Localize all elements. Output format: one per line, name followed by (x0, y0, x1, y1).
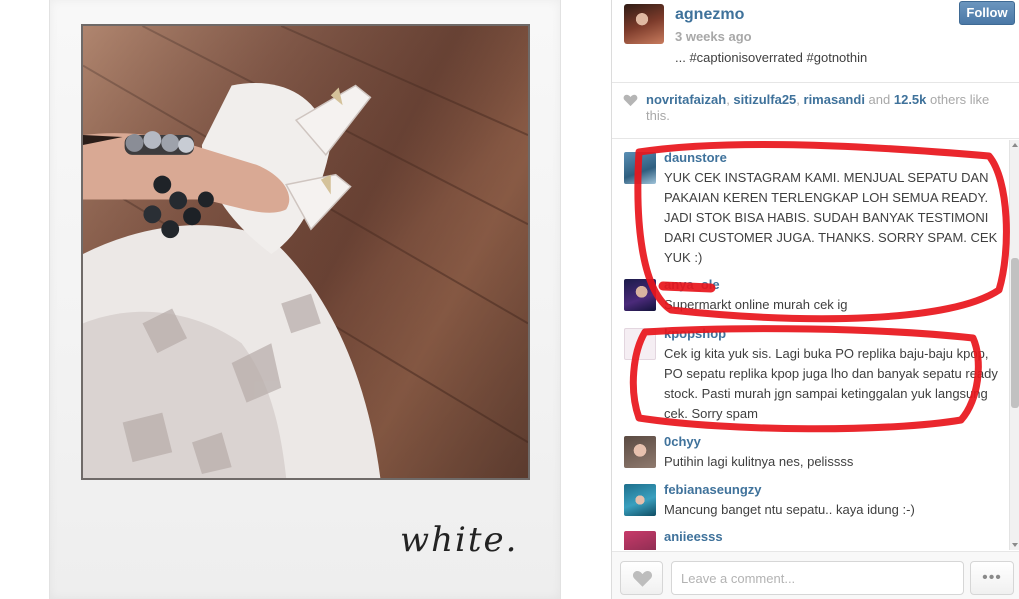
photo-pane: white. (0, 0, 611, 599)
commenter-avatar[interactable] (624, 279, 656, 311)
commenter-avatar[interactable] (624, 328, 656, 360)
comment-text: YUK CEK INSTAGRAM KAMI. MENJUAL SEPATU D… (664, 170, 998, 265)
comment-item: daunstore YUK CEK INSTAGRAM KAMI. MENJUA… (612, 150, 1009, 280)
post-timestamp[interactable]: 3 weeks ago (675, 29, 752, 44)
comments-list[interactable]: daunstore YUK CEK INSTAGRAM KAMI. MENJUA… (612, 140, 1009, 550)
comments-scrollbar[interactable] (1009, 140, 1019, 550)
follow-button[interactable]: Follow (959, 1, 1015, 25)
scroll-up-arrow-icon[interactable] (1012, 143, 1018, 147)
post-caption: ... #captionisoverrated #gotnothin (675, 50, 868, 65)
comment-text: Supermarkt online murah cek ig (664, 297, 848, 312)
post-photo[interactable] (81, 24, 530, 480)
heart-icon (623, 94, 638, 107)
commenter-username[interactable]: anya_ole (664, 277, 720, 292)
commenter-username[interactable]: aniieesss (664, 529, 723, 544)
post-header: agnezmo 3 weeks ago ... #captionisoverra… (612, 0, 1019, 82)
comment-text: Mancung banget ntu sepatu.. kaya idung :… (664, 502, 915, 517)
liker-link[interactable]: sitizulfa25 (733, 92, 796, 107)
likes-separator: , (796, 92, 804, 107)
author-username[interactable]: agnezmo (675, 6, 744, 24)
liker-link[interactable]: novritafaizah (646, 92, 726, 107)
comment-text: Putihin lagi kulitnya nes, pelissss (664, 454, 854, 469)
likes-summary: novritafaizah, sitizulfa25, rimasandi an… (646, 92, 996, 124)
commenter-avatar[interactable] (624, 152, 656, 184)
comment-item: anya_ole Supermarkt online murah cek ig (612, 277, 1009, 323)
comment-input[interactable] (671, 561, 964, 595)
likes-count[interactable]: 12.5k (894, 92, 927, 107)
commenter-username[interactable]: 0chyy (664, 434, 701, 449)
photo-handwriting: white. (400, 520, 519, 560)
comment-item: kpopshop Cek ig kita yuk sis. Lagi buka … (612, 326, 1009, 426)
commenter-username[interactable]: kpopshop (664, 326, 726, 341)
post-details-panel: agnezmo 3 weeks ago ... #captionisoverra… (611, 0, 1019, 599)
commenter-username[interactable]: febianaseungzy (664, 482, 762, 497)
heart-icon (632, 571, 653, 587)
author-avatar[interactable] (624, 4, 664, 44)
likes-section: novritafaizah, sitizulfa25, rimasandi an… (612, 82, 1019, 139)
commenter-username[interactable]: daunstore (664, 150, 727, 165)
more-options-button[interactable]: ••• (970, 561, 1014, 595)
scroll-thumb[interactable] (1011, 258, 1019, 408)
commenter-avatar[interactable] (624, 436, 656, 468)
liker-link[interactable]: rimasandi (804, 92, 865, 107)
commenter-avatar[interactable] (624, 484, 656, 516)
comment-composer: ••• (612, 551, 1019, 599)
comment-item: 0chyy Putihin lagi kulitnya nes, pelisss… (612, 434, 1009, 480)
comment-item: febianaseungzy Mancung banget ntu sepatu… (612, 482, 1009, 528)
likes-and: and (864, 92, 894, 107)
commenter-avatar[interactable] (624, 531, 656, 550)
comment-text: Cek ig kita yuk sis. Lagi buka PO replik… (664, 346, 998, 421)
like-button[interactable] (620, 561, 663, 595)
comment-item: aniieesss (612, 529, 1009, 550)
scroll-down-arrow-icon[interactable] (1012, 543, 1018, 547)
photo-illustration (83, 26, 528, 478)
